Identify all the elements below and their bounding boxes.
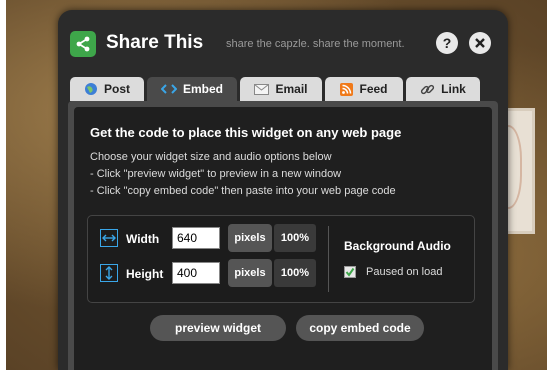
preview-widget-button[interactable]: preview widget xyxy=(150,315,286,341)
widget-options-box: Width pixels 100% Height pixels 100% Bac… xyxy=(87,215,475,303)
embed-heading: Get the code to place this widget on any… xyxy=(90,125,402,140)
tab-email[interactable]: Email xyxy=(240,77,322,101)
embed-instructions-line: - Click "copy embed code" then paste int… xyxy=(90,185,396,197)
share-dialog: Share This share the capzle. share the m… xyxy=(58,10,508,370)
height-label: Height xyxy=(126,267,164,281)
paused-on-load-checkbox[interactable] xyxy=(344,266,356,278)
tab-embed[interactable]: Embed xyxy=(147,77,237,101)
envelope-icon xyxy=(254,83,270,95)
background-audio-title: Background Audio xyxy=(344,239,451,253)
width-arrows-icon xyxy=(100,229,118,247)
code-icon xyxy=(160,83,177,95)
close-button[interactable] xyxy=(469,32,491,54)
embed-instructions-line: Choose your widget size and audio option… xyxy=(90,151,332,163)
tab-post-label: Post xyxy=(103,82,130,96)
height-input[interactable] xyxy=(172,262,220,284)
globe-icon xyxy=(84,82,98,96)
paused-on-load-label: Paused on load xyxy=(366,266,443,278)
options-divider xyxy=(328,226,329,292)
dialog-title: Share This xyxy=(106,32,204,53)
embed-panel: Get the code to place this widget on any… xyxy=(68,101,498,370)
tab-link-label: Link xyxy=(441,82,466,96)
width-pixels-button[interactable]: pixels xyxy=(228,224,272,252)
width-input[interactable] xyxy=(172,227,220,249)
height-pixels-button[interactable]: pixels xyxy=(228,259,272,287)
width-percent-button[interactable]: 100% xyxy=(274,224,316,252)
embed-panel-content: Get the code to place this widget on any… xyxy=(74,107,492,370)
tab-email-label: Email xyxy=(275,82,308,96)
link-icon xyxy=(420,82,435,97)
width-label: Width xyxy=(126,232,160,246)
dialog-tagline: share the capzle. share the moment. xyxy=(226,38,405,50)
title-bar: Share This share the capzle. share the m… xyxy=(58,10,508,78)
close-icon xyxy=(475,38,485,48)
tab-feed-label: Feed xyxy=(359,82,388,96)
rss-icon xyxy=(340,82,354,96)
height-arrows-icon xyxy=(100,264,118,282)
help-button[interactable]: ? xyxy=(436,32,458,54)
tab-post[interactable]: Post xyxy=(70,77,144,101)
share-icon xyxy=(70,31,96,57)
embed-instructions-line: - Click "preview widget" to preview in a… xyxy=(90,168,342,180)
tab-link[interactable]: Link xyxy=(406,77,480,101)
height-percent-button[interactable]: 100% xyxy=(274,259,316,287)
checkmark-icon xyxy=(345,267,355,277)
tab-feed[interactable]: Feed xyxy=(325,77,403,101)
tab-embed-label: Embed xyxy=(182,82,223,96)
copy-embed-code-button[interactable]: copy embed code xyxy=(296,315,424,341)
